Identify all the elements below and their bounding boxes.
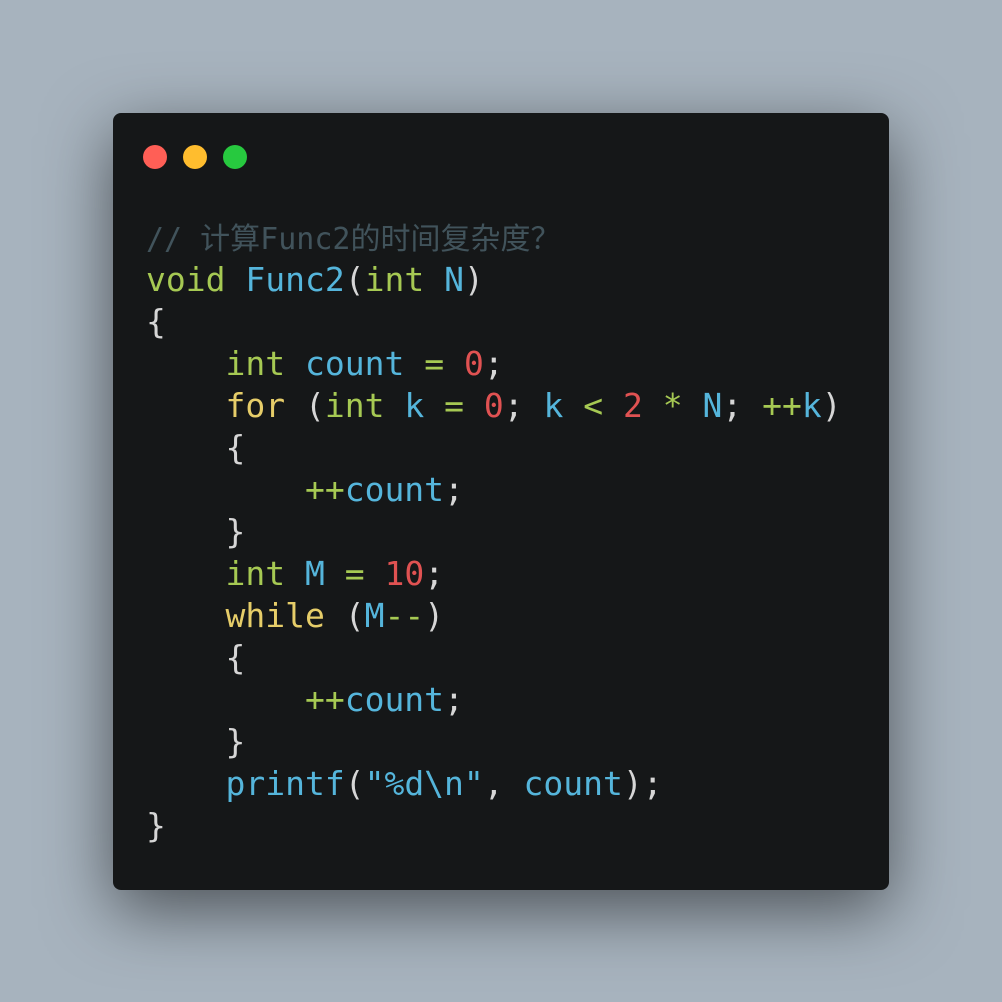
code-token-punct: ) (821, 386, 842, 425)
code-token-punct: ); (622, 764, 663, 803)
code-token-punct (146, 680, 305, 719)
code-token-punct (146, 344, 225, 383)
code-line: void Func2(int N) (146, 259, 842, 301)
code-token-op: ++ (762, 386, 802, 425)
code-line: printf("%d\n", count); (146, 763, 842, 805)
code-token-comment: // 计算Func2的时间复杂度？ (146, 222, 561, 257)
code-token-ident: M (364, 596, 385, 635)
code-token-punct (285, 344, 305, 383)
code-token-number: 2 (622, 386, 643, 425)
code-token-punct: ; (503, 386, 544, 425)
code-token-punct: { (146, 428, 246, 467)
code-token-op: = (444, 386, 464, 425)
code-token-punct: } (146, 722, 246, 761)
code-line: int count = 0; (146, 343, 842, 385)
code-token-op: -- (384, 596, 425, 635)
code-token-type: int (225, 554, 286, 593)
code-token-ident: count (344, 680, 445, 719)
code-token-punct (365, 554, 385, 593)
code-token-punct (404, 344, 424, 383)
code-token-ident: M (304, 554, 325, 593)
code-token-punct (384, 386, 404, 425)
code-token-punct (424, 386, 444, 425)
code-token-punct (146, 596, 225, 635)
close-button[interactable] (143, 145, 167, 169)
code-token-punct (225, 260, 245, 299)
code-token-punct (146, 764, 225, 803)
window-controls (143, 145, 247, 169)
code-token-punct (603, 386, 623, 425)
code-token-op: ++ (304, 470, 345, 509)
code-token-number: 10 (384, 554, 425, 593)
code-token-type: int (225, 344, 286, 383)
code-line: ++count; (146, 469, 842, 511)
code-token-ident: N (702, 386, 723, 425)
code-token-type: void (146, 260, 226, 299)
code-token-type: int (364, 260, 425, 299)
code-token-op: = (344, 554, 365, 593)
code-token-string: "%d\n" (364, 764, 484, 803)
code-token-ident: count (304, 344, 405, 383)
code-token-ident: k (801, 386, 822, 425)
code-token-ident: count (523, 764, 623, 803)
code-token-punct: ) (424, 596, 445, 635)
code-token-op: * (662, 386, 683, 425)
code-token-punct: ; (444, 680, 464, 719)
code-token-punct: ; (483, 344, 504, 383)
code-token-ident: count (344, 470, 445, 509)
code-window: // 计算Func2的时间复杂度？ void Func2(int N){ int … (113, 113, 889, 890)
code-token-punct: ( (344, 260, 365, 299)
code-token-control: for (225, 386, 286, 425)
code-line: { (146, 427, 842, 469)
code-token-punct: ) (463, 260, 484, 299)
code-token-number: 0 (483, 386, 504, 425)
code-token-ident: k (404, 386, 425, 425)
code-token-punct: ( (324, 596, 365, 635)
code-token-punct (285, 554, 305, 593)
code-token-punct (325, 554, 345, 593)
code-line: for (int k = 0; k < 2 * N; ++k) (146, 385, 842, 427)
code-block: // 计算Func2的时间复杂度？ void Func2(int N){ int … (146, 217, 842, 847)
code-token-punct (146, 554, 225, 593)
code-line: int M = 10; (146, 553, 842, 595)
code-token-punct: ( (344, 764, 365, 803)
code-token-punct (444, 344, 464, 383)
code-token-punct (643, 386, 663, 425)
code-token-op: ++ (304, 680, 345, 719)
code-token-ident: Func2 (245, 260, 345, 299)
code-token-punct: } (146, 512, 246, 551)
code-token-ident: k (543, 386, 564, 425)
code-token-op: < (583, 386, 604, 425)
code-token-punct: ; (424, 554, 445, 593)
code-token-control: while (225, 596, 325, 635)
code-line: { (146, 637, 842, 679)
code-token-punct: ; (444, 470, 464, 509)
code-token-punct (563, 386, 583, 425)
code-line: } (146, 805, 842, 847)
code-token-punct (683, 386, 703, 425)
code-token-punct: ; (722, 386, 763, 425)
code-line: } (146, 721, 842, 763)
code-token-punct: { (146, 638, 246, 677)
code-line: } (146, 511, 842, 553)
code-token-punct: } (146, 806, 166, 845)
code-token-op: = (424, 344, 445, 383)
code-token-punct: ( (285, 386, 325, 425)
code-line: // 计算Func2的时间复杂度？ (146, 217, 842, 259)
code-token-type: int (324, 386, 385, 425)
code-token-punct (146, 386, 225, 425)
maximize-button[interactable] (223, 145, 247, 169)
code-token-ident: N (444, 260, 464, 299)
code-token-punct (424, 260, 444, 299)
minimize-button[interactable] (183, 145, 207, 169)
code-token-ident: printf (225, 764, 345, 803)
code-line: ++count; (146, 679, 842, 721)
code-token-punct (146, 470, 305, 509)
code-token-punct (464, 386, 484, 425)
code-token-number: 0 (463, 344, 484, 383)
code-line: while (M--) (146, 595, 842, 637)
code-token-punct: { (146, 302, 166, 341)
code-token-punct: , (483, 764, 524, 803)
code-line: { (146, 301, 842, 343)
